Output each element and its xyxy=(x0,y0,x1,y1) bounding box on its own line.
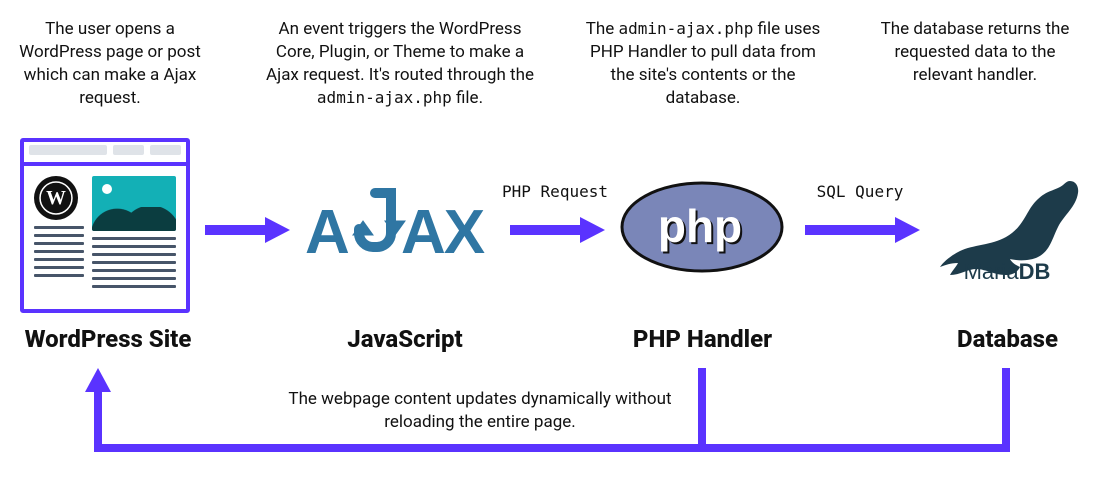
php-icon: php php xyxy=(620,180,785,275)
ajax-node: A AX xyxy=(305,150,495,305)
svg-text:W: W xyxy=(46,187,66,209)
ajax-icon: A AX xyxy=(305,183,495,273)
description-javascript-text-pre: An event triggers the WordPress Core, Pl… xyxy=(266,19,534,85)
arrow-label-sql-query: SQL Query xyxy=(810,182,910,201)
description-javascript-text-post: file. xyxy=(456,88,483,108)
mariadb-node: MariaDB xyxy=(935,150,1080,305)
feedback-path xyxy=(88,368,1070,468)
arrow-label-php-request: PHP Request xyxy=(500,182,610,201)
browser-window-icon: W xyxy=(20,138,190,313)
text-lines-icon xyxy=(92,237,176,288)
arrow-wp-to-js xyxy=(205,215,290,245)
arrow-php-to-db xyxy=(805,215,920,245)
description-javascript-code: admin-ajax.php xyxy=(317,88,452,107)
browser-tab-bar xyxy=(24,142,186,166)
wordpress-site-node: W xyxy=(20,135,190,315)
arrow-right-icon xyxy=(805,215,920,245)
description-php: The admin-ajax.php file uses PHP Handler… xyxy=(578,18,828,110)
php-node: php php xyxy=(620,150,785,305)
node-title-wordpress: WordPress Site xyxy=(18,325,198,353)
arrow-js-to-php xyxy=(510,215,605,245)
description-database: The database returns the requested data … xyxy=(870,18,1080,87)
svg-text:AX: AX xyxy=(401,198,485,267)
description-php-text-pre: The xyxy=(586,19,619,39)
arrow-right-icon xyxy=(510,215,605,245)
node-title-javascript: JavaScript xyxy=(330,325,480,353)
text-lines-icon xyxy=(34,226,84,277)
svg-text:A: A xyxy=(305,198,349,267)
ajax-flow-diagram: The user opens a WordPress page or post … xyxy=(0,0,1100,500)
description-php-code: admin-ajax.php xyxy=(618,19,753,38)
image-placeholder-icon xyxy=(92,176,176,231)
mariadb-icon: MariaDB xyxy=(935,173,1080,283)
feedback-arrow-icon xyxy=(88,368,1070,468)
wordpress-icon: W xyxy=(34,176,78,220)
node-title-database: Database xyxy=(935,325,1080,353)
node-title-php: PHP Handler xyxy=(620,325,785,353)
svg-text:MariaDB: MariaDB xyxy=(964,259,1051,283)
description-wordpress: The user opens a WordPress page or post … xyxy=(10,18,210,110)
svg-text:php: php xyxy=(658,200,742,252)
description-javascript: An event triggers the WordPress Core, Pl… xyxy=(260,18,540,110)
arrow-right-icon xyxy=(205,215,290,245)
